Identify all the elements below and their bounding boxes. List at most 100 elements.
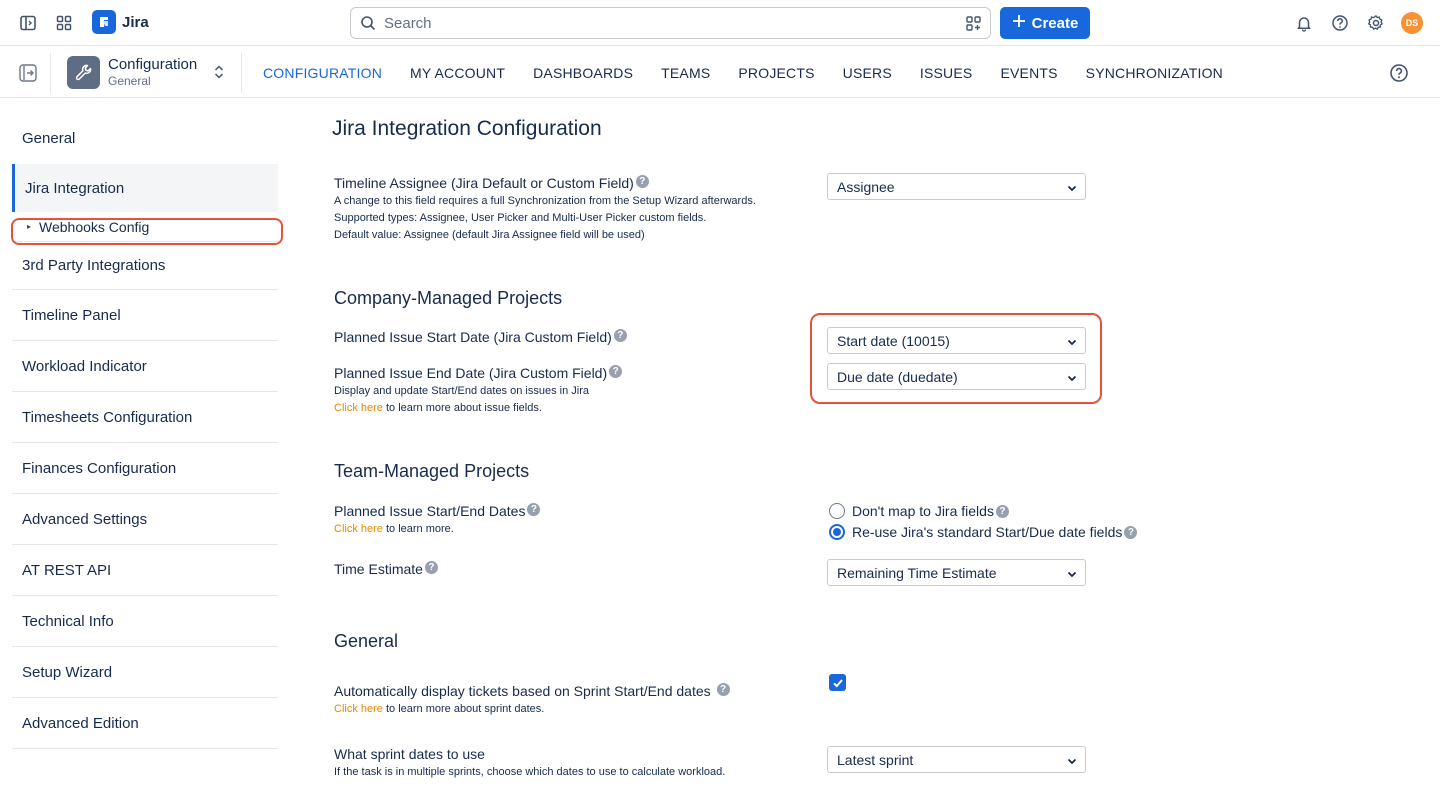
create-label: Create bbox=[1031, 14, 1079, 32]
sidebar-item-label: Setup Wizard bbox=[22, 663, 113, 681]
app-name[interactable]: Jira bbox=[122, 14, 149, 31]
sidebar-item-label: 3rd Party Integrations bbox=[22, 257, 166, 274]
space-title[interactable]: Configuration bbox=[108, 56, 197, 73]
sidebar-item-jira-integration[interactable]: Jira Integration bbox=[12, 164, 278, 212]
help-question-icon[interactable]: ? bbox=[527, 503, 541, 516]
radio-button[interactable] bbox=[829, 503, 845, 519]
team-learn-more: Click here to learn more. bbox=[334, 521, 454, 538]
checkmark-icon bbox=[832, 678, 843, 687]
radio-label: Don't map to Jira fields bbox=[852, 503, 994, 519]
help-question-icon[interactable]: ? bbox=[424, 561, 438, 574]
notifications-bell-icon[interactable] bbox=[1293, 12, 1315, 34]
timeline-assignee-select[interactable]: Assignee bbox=[827, 173, 1086, 200]
chevron-down-icon bbox=[1066, 567, 1078, 583]
team-dates-label: Planned Issue Start/End Dates? bbox=[334, 503, 541, 519]
caret-right-icon: ▸ bbox=[27, 222, 32, 231]
section-heading-company-managed: Company-Managed Projects bbox=[334, 288, 563, 308]
link-trailing-text: to learn more about issue fields. bbox=[382, 402, 542, 414]
radio-reuse-standard-fields[interactable]: Re-use Jira's standard Start/Due date fi… bbox=[829, 524, 1138, 540]
sidebar-item-label: Workload Indicator bbox=[22, 357, 147, 375]
apps-add-icon[interactable] bbox=[965, 15, 982, 37]
sprint-learn-more: Click here to learn more about sprint da… bbox=[334, 701, 544, 718]
planned-end-date-select[interactable]: Due date (duedate) bbox=[827, 363, 1086, 390]
tab-my-account[interactable]: MY ACCOUNT bbox=[410, 65, 505, 81]
sidebar-item-general[interactable]: General bbox=[12, 112, 278, 164]
tab-users[interactable]: USERS bbox=[843, 65, 892, 81]
chevron-up-down-icon[interactable] bbox=[213, 64, 225, 85]
sidebar-item-label: Timeline Panel bbox=[22, 306, 121, 324]
sidebar-item-3rd-party-integrations[interactable]: 3rd Party Integrations bbox=[12, 242, 278, 290]
sidebar-subitem-webhooks-config[interactable]: ▸ Webhooks Config bbox=[12, 212, 278, 242]
click-here-link[interactable]: Click here bbox=[334, 523, 383, 535]
expand-sidebar-icon[interactable] bbox=[18, 63, 38, 88]
link-trailing-text: to learn more about sprint dates. bbox=[382, 703, 545, 715]
select-value: Start date (10015) bbox=[837, 332, 950, 349]
sidebar-item-technical-info[interactable]: Technical Info bbox=[12, 596, 278, 647]
help-question-icon[interactable]: ? bbox=[1124, 525, 1138, 539]
sidebar-item-workload-indicator[interactable]: Workload Indicator bbox=[12, 341, 278, 392]
user-avatar[interactable]: DS bbox=[1401, 12, 1423, 34]
tab-configuration[interactable]: CONFIGURATION bbox=[263, 65, 382, 81]
sidebar-item-finances-configuration[interactable]: Finances Configuration bbox=[12, 443, 278, 494]
radio-label: Re-use Jira's standard Start/Due date fi… bbox=[852, 524, 1123, 540]
app-switcher-icon[interactable] bbox=[53, 12, 75, 34]
sidebar-item-advanced-settings[interactable]: Advanced Settings bbox=[12, 494, 278, 545]
link-trailing-text: to learn more. bbox=[382, 523, 454, 535]
top-nav-tabs: CONFIGURATION MY ACCOUNT DASHBOARDS TEAM… bbox=[263, 65, 1223, 81]
wrench-icon[interactable] bbox=[67, 56, 100, 89]
radio-button-selected[interactable] bbox=[829, 524, 845, 540]
tab-projects[interactable]: PROJECTS bbox=[738, 65, 814, 81]
sidebar-toggle-icon[interactable] bbox=[17, 12, 39, 34]
secondary-nav-bar: Configuration General CONFIGURATION MY A… bbox=[0, 47, 1440, 98]
company-dates-hint: Display and update Start/End dates on is… bbox=[334, 385, 589, 397]
help-question-icon[interactable]: ? bbox=[716, 683, 730, 696]
company-learn-more: Click here to learn more about issue fie… bbox=[334, 400, 542, 417]
click-here-link[interactable]: Click here bbox=[334, 402, 383, 414]
time-estimate-select[interactable]: Remaining Time Estimate bbox=[827, 559, 1086, 586]
plus-icon bbox=[1012, 14, 1026, 32]
planned-start-date-select[interactable]: Start date (10015) bbox=[827, 327, 1086, 354]
chevron-down-icon bbox=[1066, 371, 1078, 387]
sidebar-item-label: Jira Integration bbox=[25, 179, 125, 197]
sidebar-item-label: Advanced Settings bbox=[22, 510, 148, 528]
sidebar-item-label: AT REST API bbox=[22, 561, 112, 579]
sidebar-item-label: Finances Configuration bbox=[22, 459, 177, 477]
tab-teams[interactable]: TEAMS bbox=[661, 65, 710, 81]
help-icon[interactable] bbox=[1329, 12, 1351, 34]
field-label: Planned Issue End Date (Jira Custom Fiel… bbox=[334, 365, 608, 381]
help-question-icon[interactable]: ? bbox=[613, 329, 627, 342]
tab-dashboards[interactable]: DASHBOARDS bbox=[533, 65, 633, 81]
page-help-icon[interactable] bbox=[1389, 63, 1409, 88]
sidebar-item-at-rest-api[interactable]: AT REST API bbox=[12, 545, 278, 596]
sprint-dates-select[interactable]: Latest sprint bbox=[827, 746, 1086, 773]
auto-display-sprint-checkbox[interactable] bbox=[829, 674, 846, 691]
help-question-icon[interactable]: ? bbox=[635, 175, 649, 188]
create-button[interactable]: Create bbox=[1000, 7, 1090, 39]
jira-logo-icon[interactable] bbox=[92, 10, 116, 34]
select-value: Latest sprint bbox=[837, 751, 914, 768]
timeline-assignee-hint-3: Default value: Assignee (default Jira As… bbox=[334, 229, 645, 241]
planned-start-date-label: Planned Issue Start Date (Jira Custom Fi… bbox=[334, 329, 627, 345]
divider bbox=[241, 53, 242, 93]
sidebar-item-advanced-edition[interactable]: Advanced Edition bbox=[12, 698, 278, 749]
field-label: Automatically display tickets based on S… bbox=[334, 683, 711, 699]
click-here-link[interactable]: Click here bbox=[334, 703, 383, 715]
tab-synchronization[interactable]: SYNCHRONIZATION bbox=[1086, 65, 1223, 81]
sidebar-item-timeline-panel[interactable]: Timeline Panel bbox=[12, 290, 278, 341]
settings-gear-icon[interactable] bbox=[1365, 12, 1387, 34]
tab-issues[interactable]: ISSUES bbox=[920, 65, 973, 81]
timeline-assignee-hint-2: Supported types: Assignee, User Picker a… bbox=[334, 212, 707, 224]
sidebar-item-timesheets-configuration[interactable]: Timesheets Configuration bbox=[12, 392, 278, 443]
sidebar-item-label: General bbox=[22, 129, 76, 147]
radio-dont-map[interactable]: Don't map to Jira fields? bbox=[829, 503, 1009, 519]
sidebar-item-label: Advanced Edition bbox=[22, 714, 139, 732]
help-question-icon[interactable]: ? bbox=[995, 504, 1009, 518]
tab-events[interactable]: EVENTS bbox=[1000, 65, 1057, 81]
chevron-down-icon bbox=[1066, 754, 1078, 770]
sidebar-item-setup-wizard[interactable]: Setup Wizard bbox=[12, 647, 278, 698]
sidebar-item-label: Technical Info bbox=[22, 612, 114, 630]
select-value: Due date (duedate) bbox=[837, 368, 958, 385]
help-question-icon[interactable]: ? bbox=[609, 365, 623, 378]
select-value: Assignee bbox=[837, 178, 895, 195]
search-input[interactable]: Search bbox=[350, 7, 991, 39]
